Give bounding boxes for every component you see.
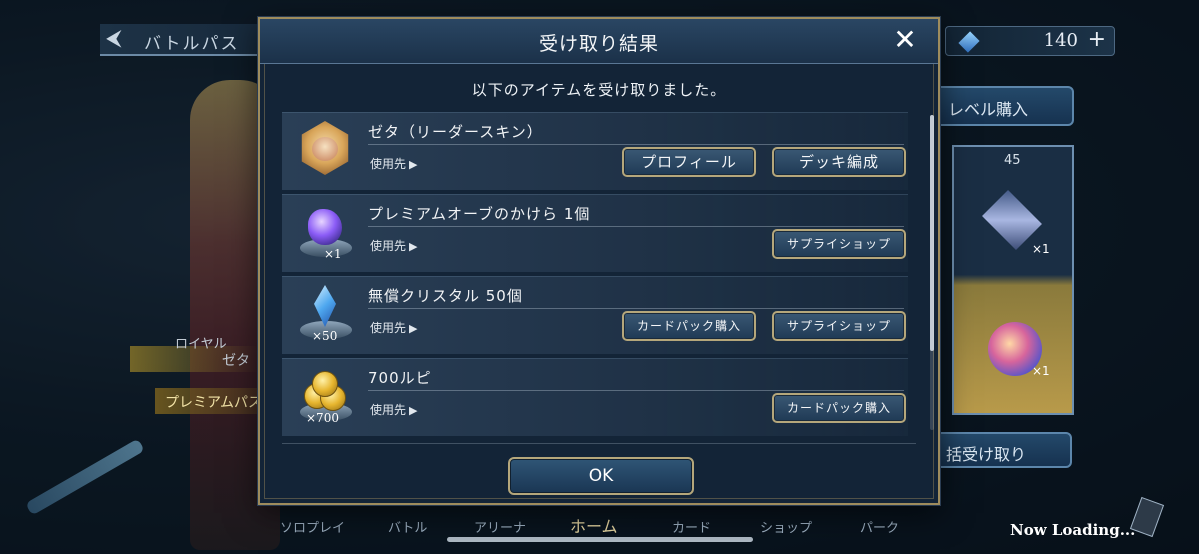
chevron-right-icon: ▶ xyxy=(409,158,418,171)
use-label: 使用先 ▶ xyxy=(370,401,417,418)
item-name: ゼタ（リーダースキン） xyxy=(368,123,543,141)
loading-text: Now Loading... xyxy=(1010,521,1136,539)
profile-button[interactable]: プロフィール xyxy=(622,147,756,177)
screen-title: バトルパス xyxy=(144,34,240,54)
gem-icon xyxy=(982,190,1042,250)
portrait-icon xyxy=(301,121,349,175)
bulk-receive-label: 括受け取り xyxy=(946,445,1027,464)
nav-arena[interactable]: アリーナ xyxy=(474,517,526,536)
reward-qty: ×1 xyxy=(1032,364,1050,378)
card-pack-purchase-button[interactable]: カードパック購入 xyxy=(622,311,756,341)
item-name: 700ルピ xyxy=(368,369,432,387)
divider xyxy=(368,308,904,309)
home-indicator xyxy=(447,537,753,542)
item-quantity: ×1 xyxy=(324,247,342,261)
ok-button[interactable]: OK xyxy=(508,457,694,495)
divider xyxy=(368,144,904,145)
leader-skin-icon xyxy=(296,121,354,181)
nav-shop[interactable]: ショップ xyxy=(760,517,812,536)
nav-home[interactable]: ホーム xyxy=(570,513,618,537)
add-crystal-button[interactable]: + xyxy=(1088,27,1106,52)
dialog-subtitle: 以下のアイテムを受け取りました。 xyxy=(471,81,727,99)
close-icon[interactable]: ✕ xyxy=(890,25,920,55)
character-name: ゼタ xyxy=(222,353,250,369)
nav-battle[interactable]: バトル xyxy=(388,517,427,536)
list-item: ゼタ（リーダースキン） 使用先 ▶ プロフィール デッキ編成 xyxy=(282,112,908,190)
dialog-header: 受け取り結果 ✕ xyxy=(260,19,938,64)
nav-card[interactable]: カード xyxy=(672,517,711,536)
chevron-right-icon: ▶ xyxy=(409,240,418,253)
list-item: ×1 プレミアムオーブのかけら 1個 使用先 ▶ サプライショップ xyxy=(282,194,908,272)
receive-result-dialog: 受け取り結果 ✕ 以下のアイテムを受け取りました。 ゼタ（リーダースキン） 使用… xyxy=(258,17,940,505)
coin-icon xyxy=(312,371,338,397)
use-label: 使用先 ▶ xyxy=(370,155,417,172)
supply-shop-button[interactable]: サプライショップ xyxy=(772,311,906,341)
level-purchase-label: レベル購入 xyxy=(947,100,1028,119)
supply-shop-button[interactable]: サプライショップ xyxy=(772,229,906,259)
dialog-title: 受け取り結果 xyxy=(538,33,659,55)
pass-level: 45 xyxy=(1004,153,1021,168)
item-name: プレミアムオーブのかけら 1個 xyxy=(368,205,591,223)
use-label: 使用先 ▶ xyxy=(370,237,417,254)
back-arrow-icon[interactable]: ⮜ xyxy=(106,26,122,51)
divider xyxy=(368,390,904,391)
crystal-icon xyxy=(958,31,980,53)
coins-icon xyxy=(302,371,348,411)
pass-reward-card[interactable]: 45 ×1 ×1 xyxy=(952,145,1074,415)
use-label-text: 使用先 xyxy=(370,403,407,417)
reward-qty: ×1 xyxy=(1032,242,1050,256)
list-item: ×700 700ルピ 使用先 ▶ カードパック購入 xyxy=(282,358,908,436)
footer-divider xyxy=(282,443,916,444)
character-class: ロイヤル xyxy=(175,337,227,352)
list-item: ×50 無償クリスタル 50個 使用先 ▶ カードパック購入 サプライショップ xyxy=(282,276,908,354)
received-items-list[interactable]: ゼタ（リーダースキン） 使用先 ▶ プロフィール デッキ編成 ×1 プレミアムオー… xyxy=(282,112,928,440)
orb-icon xyxy=(308,209,342,245)
scrollbar-thumb[interactable] xyxy=(930,115,934,351)
item-quantity: ×50 xyxy=(312,329,338,343)
premium-label: プレミアムパス xyxy=(165,395,263,411)
use-label-text: 使用先 xyxy=(370,239,407,253)
item-name: 無償クリスタル 50個 xyxy=(368,287,523,305)
item-quantity: ×700 xyxy=(306,411,339,425)
use-label-text: 使用先 xyxy=(370,157,407,171)
nav-solo-play[interactable]: ソロプレイ xyxy=(280,517,345,536)
use-label: 使用先 ▶ xyxy=(370,319,417,336)
nav-park[interactable]: パーク xyxy=(860,517,899,536)
chevron-right-icon: ▶ xyxy=(409,404,418,417)
bulk-receive-button[interactable]: 括受け取り xyxy=(930,432,1072,468)
card-pack-purchase-button[interactable]: カードパック購入 xyxy=(772,393,906,423)
crystal-count: 140 xyxy=(1043,30,1078,51)
chevron-right-icon: ▶ xyxy=(409,322,418,335)
use-label-text: 使用先 xyxy=(370,321,407,335)
deck-edit-button[interactable]: デッキ編成 xyxy=(772,147,906,177)
crystal-currency: 140 + xyxy=(945,26,1115,56)
divider xyxy=(368,226,904,227)
